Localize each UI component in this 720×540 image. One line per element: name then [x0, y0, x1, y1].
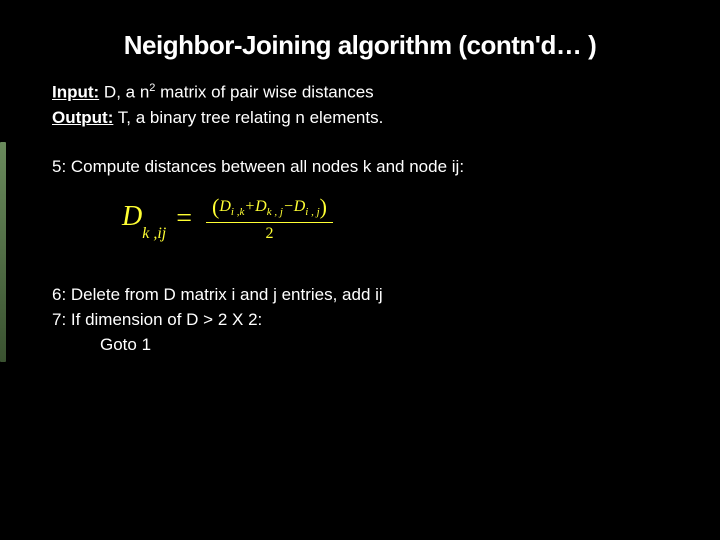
- paren-close: ): [320, 194, 327, 219]
- num-D3: D: [294, 198, 306, 215]
- num-s2: k , j: [267, 207, 283, 219]
- input-line: Input: D, a n2 matrix of pair wise dista…: [52, 81, 680, 105]
- spacer-2: [52, 260, 680, 282]
- formula-eq: =: [176, 203, 192, 235]
- output-label: Output:: [52, 108, 113, 127]
- accent-bar: [0, 142, 6, 362]
- num-D2: D: [255, 198, 267, 215]
- formula-numerator: (Di ,k+Dk , j−Di , j): [206, 196, 333, 222]
- num-minus: −: [283, 198, 294, 215]
- spacer: [52, 132, 680, 154]
- num-s3: i , j: [305, 207, 319, 219]
- formula-fraction: (Di ,k+Dk , j−Di , j) 2: [206, 196, 333, 241]
- step-7: 7: If dimension of D > 2 X 2:: [52, 309, 680, 332]
- formula: Dk ,ij = (Di ,k+Dk , j−Di , j) 2: [122, 196, 680, 241]
- output-text: T, a binary tree relating n elements.: [113, 108, 383, 127]
- formula-denominator: 2: [266, 223, 274, 242]
- slide-content: Input: D, a n 2 matrix of pair wise dista…: [42, 81, 680, 356]
- formula-D-letter: D: [122, 201, 142, 232]
- input-label: Input:: [52, 83, 99, 102]
- formula-D: Dk ,ij: [122, 201, 166, 237]
- step-6: 6: Delete from D matrix i and j entries,…: [52, 284, 680, 307]
- input-text-a: D, a n: [99, 83, 149, 102]
- num-s1: i ,k: [231, 207, 244, 219]
- step-5: 5: Compute distances between all nodes k…: [52, 156, 680, 179]
- num-plus1: +: [244, 198, 255, 215]
- output-line: Output: T, a binary tree relating n elem…: [52, 107, 680, 130]
- slide: Neighbor-Joining algorithm (contn'd… ) I…: [0, 0, 720, 540]
- formula-lhs-sub: k ,ij: [142, 225, 166, 242]
- slide-title: Neighbor-Joining algorithm (contn'd… ): [40, 30, 680, 61]
- num-D1: D: [219, 198, 231, 215]
- step-7b: Goto 1: [52, 334, 680, 357]
- input-text-b: matrix of pair wise distances: [155, 83, 373, 102]
